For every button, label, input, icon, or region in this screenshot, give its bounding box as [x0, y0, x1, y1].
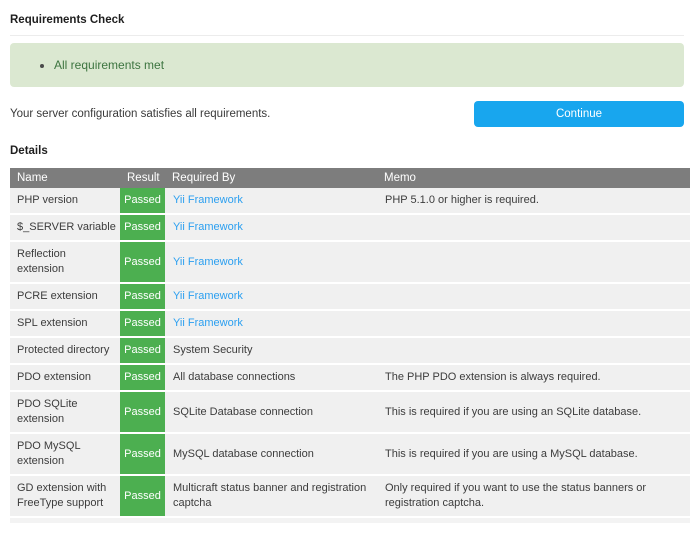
- memo-cell: [377, 337, 690, 364]
- table-row: SPL extension Passed Yii Framework: [10, 310, 690, 337]
- status-badge: Passed: [120, 337, 165, 364]
- required-by-text: All database connections: [173, 371, 295, 383]
- required-by-cell: Yii Framework: [165, 310, 377, 337]
- requirement-name: PDO extension: [17, 370, 91, 385]
- required-by-cell: MySQL database connection: [165, 433, 377, 475]
- requirement-name-cell: PDO MySQL extension: [10, 433, 120, 475]
- summary-row: Your server configuration satisfies all …: [10, 101, 684, 127]
- table-row: PCRE extension Passed Yii Framework: [10, 283, 690, 310]
- status-badge: Passed: [120, 391, 165, 433]
- table-row: PDO extension Passed All database connecti…: [10, 364, 690, 391]
- required-by-cell: Yii Framework: [165, 283, 377, 310]
- status-badge: Passed: [120, 433, 165, 475]
- required-by-text: SQLite Database connection: [173, 406, 313, 418]
- table-header: NameResultRequired ByMemo: [10, 168, 690, 188]
- memo-cell: [377, 214, 690, 241]
- memo-cell: [377, 310, 690, 337]
- table-bottom-sliver: [10, 518, 690, 523]
- requirement-name-cell: $_SERVER variable: [10, 214, 120, 241]
- required-by-text: Multicraft status banner and registratio…: [173, 482, 366, 509]
- status-badge: Passed: [120, 283, 165, 310]
- requirement-name-cell: PDO extension: [10, 364, 120, 391]
- required-by-cell: Yii Framework: [165, 214, 377, 241]
- requirements-table: NameResultRequired ByMemo PHP version Pas…: [10, 168, 690, 518]
- requirement-name: PDO SQLite extension: [17, 397, 112, 427]
- memo-cell: PHP 5.1.0 or higher is required.: [377, 188, 690, 214]
- column-header-memo: Memo: [377, 168, 690, 188]
- table-row: PDO SQLite extension Passed SQLite Databas…: [10, 391, 690, 433]
- requirement-name-cell: PHP version: [10, 188, 120, 214]
- requirement-name-cell: Protected directory: [10, 337, 120, 364]
- alert-message: All requirements met: [54, 58, 164, 72]
- alert-list-item: All requirements met: [54, 57, 670, 73]
- required-by-link[interactable]: Yii Framework: [173, 256, 243, 268]
- memo-cell: This is required if you are using an SQL…: [377, 391, 690, 433]
- required-by-link[interactable]: Yii Framework: [173, 317, 243, 329]
- required-by-cell: SQLite Database connection: [165, 391, 377, 433]
- required-by-cell: System Security: [165, 337, 377, 364]
- table-row: $_SERVER variable Passed Yii Framework: [10, 214, 690, 241]
- required-by-text: MySQL database connection: [173, 448, 314, 460]
- table-row: Protected directory Passed System Security: [10, 337, 690, 364]
- table-header-row: NameResultRequired ByMemo: [10, 168, 690, 188]
- requirement-name: SPL extension: [17, 316, 88, 331]
- alert-success: All requirements met: [10, 43, 684, 87]
- requirement-name-cell: Reflection extension: [10, 241, 120, 283]
- memo-cell: [377, 241, 690, 283]
- status-badge: Passed: [120, 188, 165, 214]
- continue-button[interactable]: Continue: [474, 101, 684, 127]
- status-badge: Passed: [120, 475, 165, 517]
- required-by-link[interactable]: Yii Framework: [173, 290, 243, 302]
- requirements-page: Requirements Check All requirements met …: [0, 0, 694, 523]
- requirement-name: PHP version: [17, 193, 78, 208]
- memo-cell: Only required if you want to use the sta…: [377, 475, 690, 517]
- required-by-cell: Yii Framework: [165, 188, 377, 214]
- table-row: GD extension with FreeType support Passed…: [10, 475, 690, 517]
- required-by-cell: Yii Framework: [165, 241, 377, 283]
- requirement-name: GD extension with FreeType support: [17, 481, 112, 511]
- required-by-cell: All database connections: [165, 364, 377, 391]
- requirement-name: PCRE extension: [17, 289, 98, 304]
- page-title: Requirements Check: [10, 14, 684, 27]
- required-by-link[interactable]: Yii Framework: [173, 221, 243, 233]
- status-badge: Passed: [120, 310, 165, 337]
- title-divider: [10, 35, 684, 36]
- table-row: Reflection extension Passed Yii Framework: [10, 241, 690, 283]
- table-body: PHP version Passed Yii Framework PHP 5.1.0 …: [10, 188, 690, 517]
- requirement-name: $_SERVER variable: [17, 220, 116, 235]
- requirement-name-cell: GD extension with FreeType support: [10, 475, 120, 517]
- alert-list: All requirements met: [24, 57, 670, 73]
- details-title: Details: [10, 145, 684, 158]
- column-header-name: Name: [10, 168, 120, 188]
- required-by-cell: Multicraft status banner and registratio…: [165, 475, 377, 517]
- requirement-name-cell: SPL extension: [10, 310, 120, 337]
- status-badge: Passed: [120, 364, 165, 391]
- required-by-text: System Security: [173, 344, 252, 356]
- memo-cell: This is required if you are using a MySQ…: [377, 433, 690, 475]
- column-header-result: Result: [120, 168, 165, 188]
- table-row: PDO MySQL extension Passed MySQL database …: [10, 433, 690, 475]
- status-badge: Passed: [120, 241, 165, 283]
- table-row: PHP version Passed Yii Framework PHP 5.1.0 …: [10, 188, 690, 214]
- requirement-name: Protected directory: [17, 343, 109, 358]
- memo-cell: The PHP PDO extension is always required…: [377, 364, 690, 391]
- required-by-link[interactable]: Yii Framework: [173, 194, 243, 206]
- column-header-required-by: Required By: [165, 168, 377, 188]
- requirement-name-cell: PCRE extension: [10, 283, 120, 310]
- status-badge: Passed: [120, 214, 165, 241]
- requirement-name: Reflection extension: [17, 247, 112, 277]
- memo-cell: [377, 283, 690, 310]
- requirement-name-cell: PDO SQLite extension: [10, 391, 120, 433]
- summary-text: Your server configuration satisfies all …: [10, 108, 270, 120]
- requirement-name: PDO MySQL extension: [17, 439, 112, 469]
